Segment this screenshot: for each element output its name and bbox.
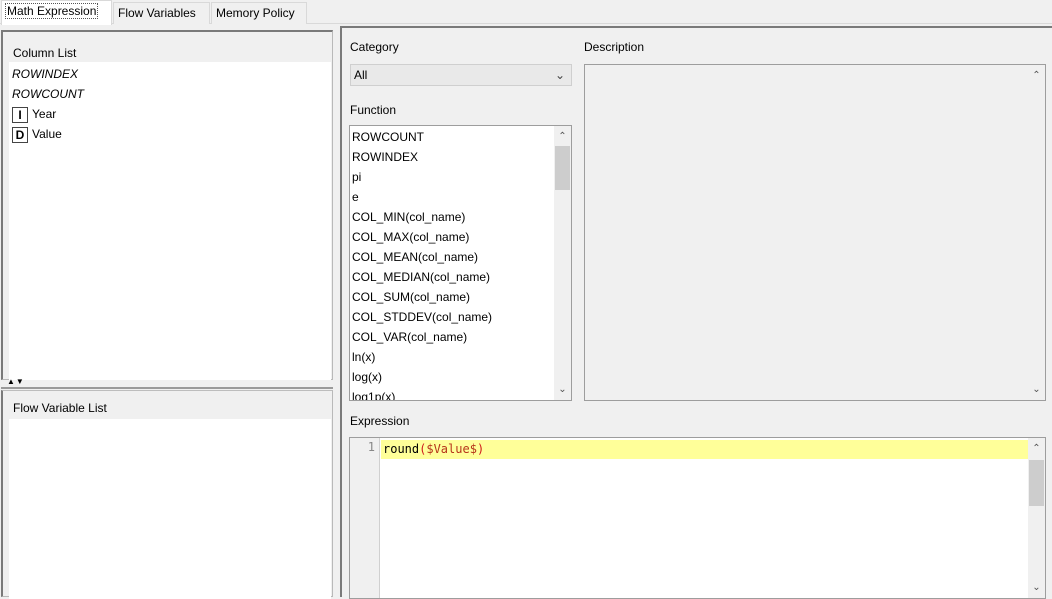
panel-splitter[interactable]: ▲▼ xyxy=(1,377,333,389)
function-item[interactable]: pi xyxy=(352,167,361,187)
function-item[interactable]: COL_MAX(col_name) xyxy=(352,227,469,247)
function-item[interactable]: e xyxy=(352,187,359,207)
column-label: Value xyxy=(32,127,62,141)
function-item[interactable]: log(x) xyxy=(352,367,382,387)
column-list-panel: Column List ROWINDEX ROWCOUNT I Year D Val… xyxy=(1,30,333,380)
column-item-rowindex[interactable]: ROWINDEX xyxy=(12,64,78,84)
flow-variable-list[interactable] xyxy=(9,419,331,599)
function-list-scrollbar[interactable]: ⌃ ⌄ xyxy=(554,126,571,400)
tab-flow-variables[interactable]: Flow Variables xyxy=(113,2,210,24)
expression-label: Expression xyxy=(350,414,410,428)
code-paren-close: ) xyxy=(476,442,485,456)
chevron-down-icon: ⌄ xyxy=(554,68,565,82)
function-item[interactable]: COL_SUM(col_name) xyxy=(352,287,470,307)
scroll-thumb[interactable] xyxy=(1029,460,1044,506)
function-item[interactable]: ROWINDEX xyxy=(352,147,418,167)
function-list[interactable]: ROWCOUNT ROWINDEX pi e COL_MIN(col_name)… xyxy=(349,125,572,401)
description-box: ⌃ ⌄ xyxy=(584,64,1046,401)
arrow-up-icon[interactable]: ⌃ xyxy=(554,128,571,145)
integer-type-icon: I xyxy=(12,106,28,123)
splitter-arrows-icon[interactable]: ▲▼ xyxy=(7,377,25,386)
tab-memory-policy[interactable]: Memory Policy xyxy=(211,2,307,24)
left-pane: Column List ROWINDEX ROWCOUNT I Year D Val… xyxy=(0,26,333,599)
category-dropdown[interactable]: All ⌄ xyxy=(350,64,572,86)
function-item[interactable]: log1p(x) xyxy=(352,387,395,400)
expression-editor[interactable]: 1 round($Value$) ⌃ ⌄ xyxy=(349,437,1046,599)
column-list-title: Column List xyxy=(13,46,77,60)
line-number-gutter: 1 xyxy=(350,438,380,598)
function-label: Function xyxy=(350,103,397,117)
right-pane: Category All ⌄ Description ⌃ ⌄ Function … xyxy=(340,26,1052,599)
column-label: Year xyxy=(32,107,57,121)
tab-bar: Math Expression Flow Variables Memory Po… xyxy=(0,0,1052,25)
arrow-down-icon[interactable]: ⌄ xyxy=(554,381,571,398)
arrow-up-icon[interactable]: ⌃ xyxy=(1028,440,1045,457)
tab-label: Memory Policy xyxy=(216,6,295,20)
column-label: ROWINDEX xyxy=(12,67,78,81)
description-scrollbar[interactable]: ⌃ ⌄ xyxy=(1028,65,1045,400)
code-function: round xyxy=(383,442,420,456)
arrow-up-icon[interactable]: ⌃ xyxy=(1028,67,1045,84)
function-item[interactable]: COL_MEAN(col_name) xyxy=(352,247,478,267)
code-column-ref: $Value$ xyxy=(426,442,477,456)
function-item[interactable]: COL_MIN(col_name) xyxy=(352,207,465,227)
flow-variable-list-title: Flow Variable List xyxy=(13,401,107,415)
column-item-year[interactable]: I Year xyxy=(12,104,56,124)
line-number: 1 xyxy=(367,440,375,454)
code-line[interactable]: round($Value$) xyxy=(381,440,1029,459)
function-item[interactable]: COL_STDDEV(col_name) xyxy=(352,307,492,327)
description-label: Description xyxy=(584,40,645,54)
column-item-value[interactable]: D Value xyxy=(12,124,62,144)
column-item-rowcount[interactable]: ROWCOUNT xyxy=(12,84,84,104)
flow-variable-panel: Flow Variable List xyxy=(1,390,333,599)
function-item[interactable]: COL_MEDIAN(col_name) xyxy=(352,267,490,287)
arrow-down-icon[interactable]: ⌄ xyxy=(1028,579,1045,596)
scroll-thumb[interactable] xyxy=(555,146,570,190)
column-label: ROWCOUNT xyxy=(12,87,84,101)
tab-label: Math Expression xyxy=(4,3,99,19)
category-selected-value: All xyxy=(354,68,368,82)
function-item[interactable]: ROWCOUNT xyxy=(352,127,424,147)
expression-scrollbar[interactable]: ⌃ ⌄ xyxy=(1028,438,1045,598)
function-item[interactable]: COL_VAR(col_name) xyxy=(352,327,467,347)
arrow-down-icon[interactable]: ⌄ xyxy=(1028,381,1045,398)
function-item[interactable]: ln(x) xyxy=(352,347,375,367)
tab-math-expression[interactable]: Math Expression xyxy=(1,0,112,25)
tab-label: Flow Variables xyxy=(118,6,196,20)
category-label: Category xyxy=(350,40,399,54)
double-type-icon: D xyxy=(12,126,28,143)
column-list[interactable]: ROWINDEX ROWCOUNT I Year D Value xyxy=(9,62,331,380)
